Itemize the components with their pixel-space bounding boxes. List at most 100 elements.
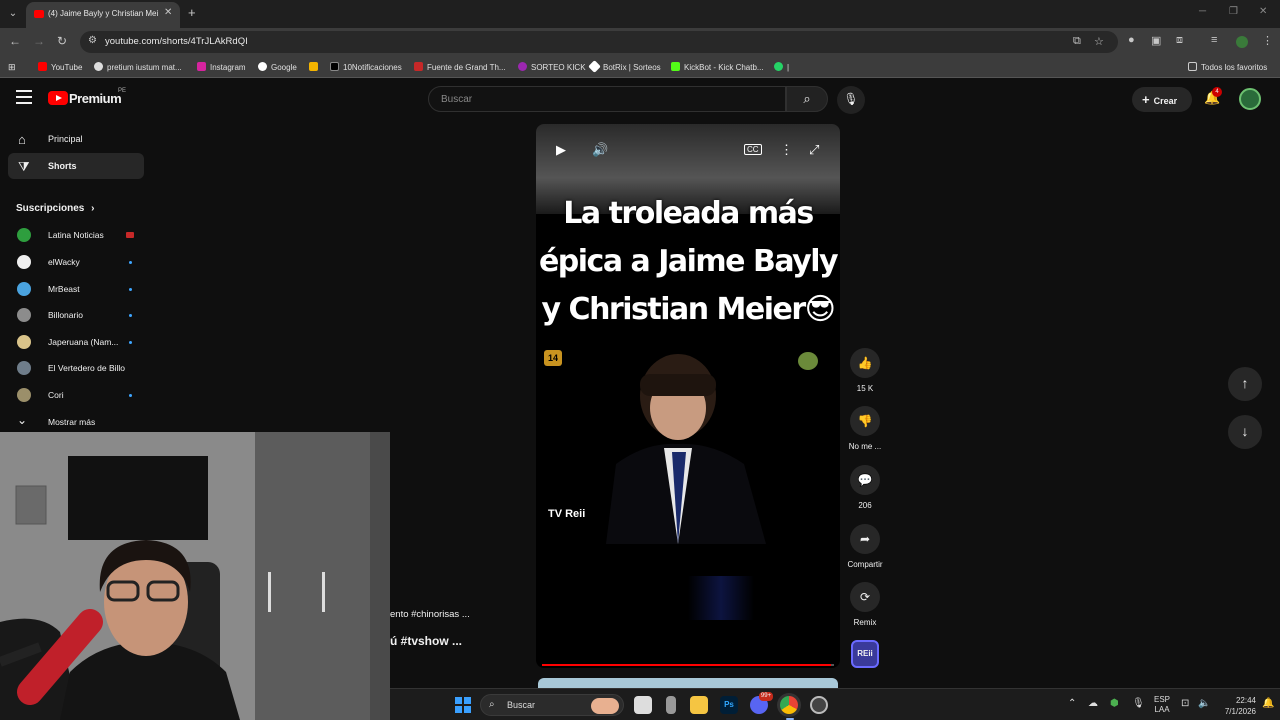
dislike-button[interactable]: 👎 No me ...: [848, 406, 882, 451]
folder-icon: [1188, 62, 1197, 71]
bookmark-star-icon[interactable]: ☆: [1094, 35, 1104, 48]
captions-icon[interactable]: CC: [744, 144, 762, 155]
reload-icon[interactable]: ↻: [57, 34, 67, 48]
video-title[interactable]: ú #tvshow ...: [390, 634, 462, 648]
sidebar-item-principal[interactable]: ⌂ Principal: [8, 126, 144, 152]
maximize-icon[interactable]: ❐: [1229, 6, 1238, 17]
tab-search-icon[interactable]: ⌄: [4, 5, 22, 23]
minimize-icon[interactable]: ─: [1199, 6, 1206, 17]
menu-kebab-icon[interactable]: ⋮: [1262, 34, 1273, 47]
logo-text[interactable]: Premium: [69, 91, 122, 106]
bookmark-instagram[interactable]: Instagram: [197, 62, 246, 72]
tray-app-icon[interactable]: ⬢: [1110, 698, 1119, 709]
profile-avatar-icon[interactable]: [1236, 36, 1248, 48]
channel-name: Billonario: [48, 310, 83, 320]
play-icon[interactable]: ▶: [556, 142, 566, 158]
voice-search-button[interactable]: 🎙: [837, 86, 865, 114]
photoshop-icon[interactable]: Ps: [720, 696, 738, 714]
remix-button[interactable]: ⟳ Remix: [848, 582, 882, 627]
notifications-icon[interactable]: 🔔: [1262, 698, 1274, 709]
subscription-japeruana[interactable]: Japeruana (Nam...: [8, 329, 144, 355]
search-icon: ⌕: [489, 699, 495, 710]
address-bar[interactable]: ⚙ youtube.com/shorts/4TrJLAkRdQI ⧉ ☆: [80, 31, 1118, 53]
bookmark-google[interactable]: Google: [258, 62, 297, 72]
video-frame-person: [606, 354, 766, 544]
video-overlay-caption: La troleada más épica a Jaime Bayly y Ch…: [536, 190, 840, 334]
install-app-icon[interactable]: ⧉: [1073, 35, 1081, 48]
share-button[interactable]: ➦ Compartir: [842, 524, 888, 569]
comments-button[interactable]: 💬 206: [848, 465, 882, 510]
bookmark-kickbot[interactable]: KickBot - Kick Chatb...: [671, 62, 764, 72]
new-tab-icon[interactable]: +: [188, 5, 196, 20]
back-icon[interactable]: ←: [9, 34, 21, 48]
next-short-button[interactable]: ↓: [1228, 415, 1262, 449]
subscription-elwacky[interactable]: elWacky: [8, 249, 144, 275]
caption-line: y Christian Meier😎: [541, 292, 836, 327]
subscription-el-vertedero[interactable]: El Vertedero de Billo: [8, 355, 144, 381]
clock[interactable]: 22:44 7/1/2026: [1216, 695, 1256, 717]
bookmark-pretium[interactable]: pretium iustum mat...: [94, 62, 182, 72]
subscription-cori[interactable]: Cori: [8, 382, 144, 408]
bookmark-botrix[interactable]: BotRix | Sorteos: [588, 60, 661, 73]
app-icon[interactable]: [810, 696, 828, 714]
tray-app-icon[interactable]: ☁: [1088, 698, 1098, 709]
like-count: 15 K: [856, 384, 874, 393]
bookmark-whatsapp[interactable]: |: [774, 62, 789, 72]
file-explorer-icon[interactable]: [690, 696, 708, 714]
all-bookmarks[interactable]: Todos los favoritos: [1188, 62, 1267, 72]
apps-grid-icon[interactable]: ⊞: [8, 62, 16, 73]
bookmark-gta[interactable]: Fuente de Grand Th...: [414, 62, 506, 72]
hamburger-menu-icon[interactable]: [16, 90, 32, 104]
subscriptions-heading[interactable]: Suscripciones ›: [16, 203, 94, 214]
volume-icon[interactable]: 🔊: [592, 142, 608, 158]
search-button[interactable]: ⌕: [786, 86, 828, 112]
channel-thumbnail[interactable]: REii: [851, 640, 879, 668]
chrome-icon[interactable]: [780, 696, 798, 714]
account-avatar[interactable]: [1239, 88, 1261, 110]
extension-icon[interactable]: ▣: [1151, 34, 1161, 47]
sidebar-item-shorts[interactable]: ⧩ Shorts: [8, 153, 144, 179]
microphone-icon[interactable]: 🎙: [1132, 698, 1145, 709]
windows-start-icon[interactable]: [455, 697, 471, 713]
reading-list-icon[interactable]: ≡: [1211, 34, 1217, 46]
forward-icon[interactable]: →: [33, 34, 45, 48]
site-info-icon[interactable]: ⚙: [88, 35, 97, 46]
caption-line: La troleada más: [563, 196, 814, 231]
video-progress-bar[interactable]: [542, 664, 834, 666]
language-indicator[interactable]: ESP LAA: [1154, 695, 1170, 715]
channel-avatar: [17, 228, 31, 242]
subscription-billonario[interactable]: Billonario: [8, 302, 144, 328]
extensions-puzzle-icon[interactable]: ⧈: [1176, 34, 1183, 47]
sidebar-item-label: Principal: [48, 134, 83, 144]
taskbar-search-label: Buscar: [507, 700, 536, 710]
channel-avatar: [17, 361, 31, 375]
bookmark-youtube[interactable]: YouTube: [38, 62, 82, 72]
subscription-latina-noticias[interactable]: Latina Noticias: [8, 222, 144, 248]
share-icon: ➦: [850, 524, 880, 554]
task-view-icon[interactable]: [634, 696, 652, 714]
speaker-icon[interactable]: 🔈: [1198, 698, 1210, 709]
show-hidden-icons-icon[interactable]: ⌃: [1068, 698, 1076, 709]
bookmark-sorteo-kick[interactable]: SORTEO KICK: [518, 62, 586, 72]
tab-close-icon[interactable]: ✕: [164, 7, 172, 18]
bookmark-x[interactable]: 10Notificaciones: [330, 62, 402, 72]
more-options-icon[interactable]: ⋮: [780, 142, 793, 158]
extension-icon[interactable]: ●: [1128, 34, 1135, 46]
url-text[interactable]: youtube.com/shorts/4TrJLAkRdQI: [105, 36, 248, 47]
taskbar-search[interactable]: ⌕ Buscar: [480, 694, 624, 716]
like-button[interactable]: 👍 15 K: [848, 348, 882, 393]
fullscreen-icon[interactable]: ⤢: [809, 142, 819, 158]
short-video-player[interactable]: ▶ 🔊 CC ⋮ ⤢ La troleada más épica a Jaime…: [536, 124, 840, 668]
browser-tab[interactable]: (4) Jaime Bayly y Christian Meier ✕: [26, 2, 180, 28]
close-window-icon[interactable]: ✕: [1259, 6, 1267, 17]
network-icon[interactable]: ⊡: [1181, 698, 1189, 709]
youtube-logo-icon[interactable]: [48, 91, 68, 105]
subscription-mrbeast[interactable]: MrBeast: [8, 276, 144, 302]
bookmark-pinwheel[interactable]: [309, 62, 322, 72]
video-hashtags[interactable]: ento #chinorisas ...: [390, 609, 470, 620]
search-input[interactable]: Buscar: [428, 86, 786, 112]
app-icon[interactable]: [666, 696, 676, 714]
plus-icon: +: [1142, 92, 1150, 107]
create-button[interactable]: + Crear: [1132, 87, 1192, 112]
previous-short-button[interactable]: ↑: [1228, 367, 1262, 401]
